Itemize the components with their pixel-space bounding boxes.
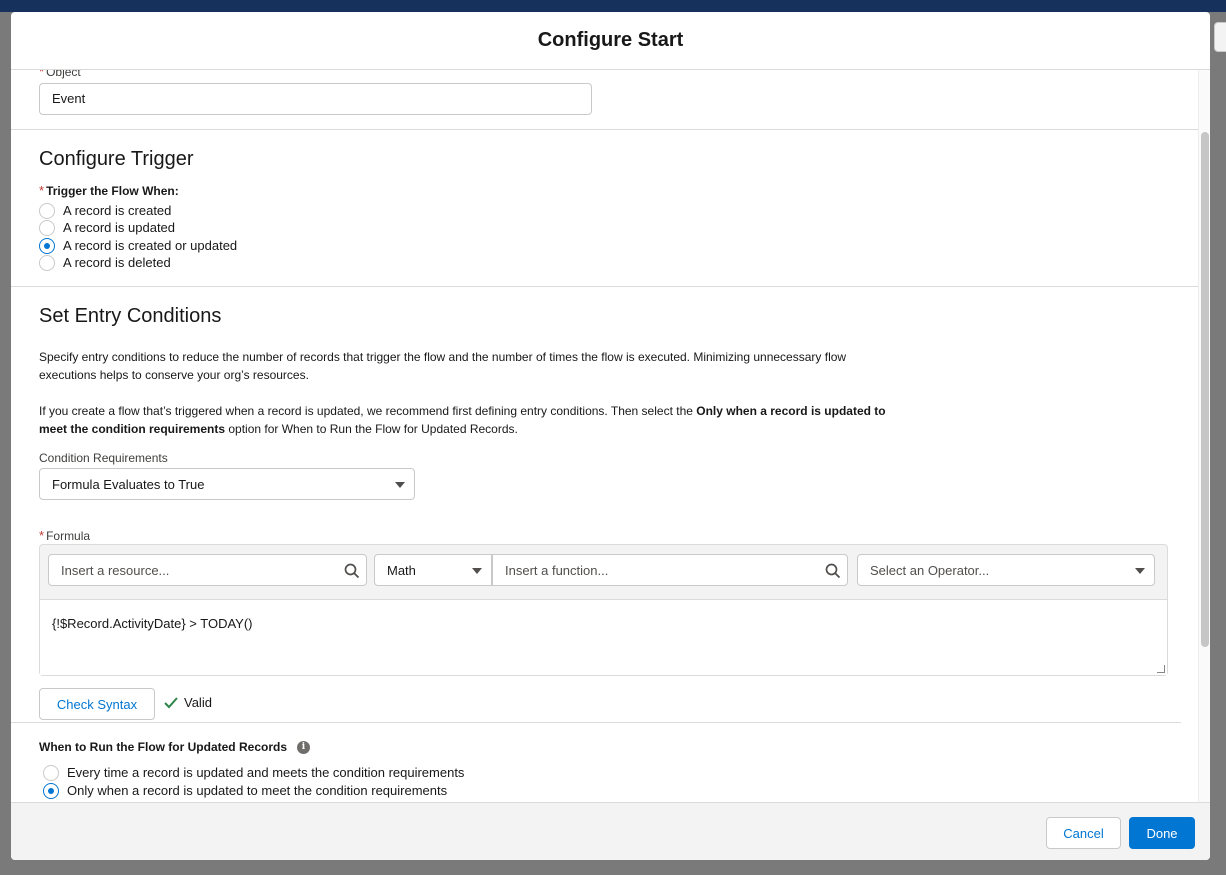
vertical-scrollbar[interactable] — [1198, 70, 1210, 802]
radio-label: Every time a record is updated and meets… — [67, 765, 465, 780]
trigger-option-created[interactable]: A record is created — [39, 202, 171, 219]
chevron-down-icon — [472, 568, 482, 574]
resource-search-input[interactable]: Insert a resource... — [48, 554, 367, 586]
section-divider — [11, 286, 1198, 287]
object-label: * Object — [39, 70, 81, 79]
radio-button[interactable] — [39, 254, 55, 271]
trigger-option-created-or-updated[interactable]: A record is created or updated — [39, 237, 237, 254]
recommendation-text: If you create a flow that’s triggered wh… — [39, 404, 697, 418]
run-when-updated-label-text: When to Run the Flow for Updated Records — [39, 740, 287, 754]
formula-editor[interactable]: {!$Record.ActivityDate} > TODAY() — [40, 599, 1167, 675]
condition-requirements-value: Formula Evaluates to True — [52, 476, 205, 492]
run-option-only-when-updated[interactable]: Only when a record is updated to meet th… — [43, 782, 447, 799]
modal-body[interactable]: * Object Event Configure Trigger * Trigger… — [11, 70, 1198, 802]
cancel-button[interactable]: Cancel — [1046, 817, 1121, 849]
required-marker: * — [39, 183, 45, 198]
resize-handle-icon[interactable] — [1157, 665, 1165, 673]
modal-title: Configure Start — [537, 29, 684, 51]
formula-builder: Insert a resource... Math Insert a funct… — [39, 544, 1168, 676]
done-button[interactable]: Done — [1129, 817, 1195, 849]
formula-label: * Formula — [39, 528, 90, 543]
configure-start-modal: Configure Start * Object Event Configure … — [11, 12, 1210, 860]
object-input[interactable]: Event — [39, 83, 592, 115]
trigger-when-label-text: Trigger the Flow When: — [46, 184, 179, 198]
formula-label-text: Formula — [46, 529, 91, 543]
background-button — [1214, 22, 1226, 52]
function-search-input[interactable]: Insert a function... — [492, 554, 848, 586]
radio-button[interactable] — [39, 219, 55, 236]
radio-label: A record is created or updated — [63, 238, 238, 253]
app-header-bar — [0, 0, 1226, 12]
modal-header: Configure Start — [11, 12, 1210, 70]
radio-button-selected[interactable] — [43, 782, 59, 799]
search-icon — [825, 563, 841, 579]
entry-conditions-description: Specify entry conditions to reduce the n… — [39, 350, 847, 382]
function-category-select[interactable]: Math — [374, 554, 492, 586]
function-search-placeholder: Insert a function... — [505, 562, 609, 578]
checkmark-icon — [164, 696, 178, 708]
radio-label: Only when a record is updated to meet th… — [67, 783, 448, 798]
resource-search-placeholder: Insert a resource... — [61, 562, 170, 578]
radio-button[interactable] — [39, 202, 55, 219]
section-divider — [11, 722, 1181, 723]
syntax-status-text: Valid — [184, 695, 212, 710]
trigger-option-updated[interactable]: A record is updated — [39, 219, 175, 236]
trigger-option-deleted[interactable]: A record is deleted — [39, 254, 171, 271]
chevron-down-icon — [395, 482, 405, 488]
operator-placeholder: Select an Operator... — [870, 562, 990, 578]
configure-trigger-title: Configure Trigger — [39, 148, 194, 170]
trigger-when-label: * Trigger the Flow When: — [39, 183, 179, 198]
condition-requirements-label: Condition Requirements — [39, 451, 168, 465]
run-option-every-time[interactable]: Every time a record is updated and meets… — [43, 764, 464, 781]
required-marker: * — [39, 528, 45, 543]
formula-expression: {!$Record.ActivityDate} > TODAY() — [52, 616, 253, 631]
syntax-status: Valid — [163, 695, 212, 710]
chevron-down-icon — [1135, 568, 1145, 574]
radio-button[interactable] — [43, 764, 59, 781]
radio-label: A record is updated — [63, 220, 176, 235]
modal-footer: Cancel Done — [11, 802, 1210, 860]
object-label-text: Object — [46, 70, 81, 79]
required-marker: * — [39, 70, 45, 79]
radio-label: A record is created — [63, 203, 172, 218]
check-syntax-button[interactable]: Check Syntax — [39, 688, 155, 720]
entry-conditions-recommendation: If you create a flow that’s triggered wh… — [39, 402, 889, 438]
function-category-value: Math — [387, 562, 416, 578]
operator-select[interactable]: Select an Operator... — [857, 554, 1155, 586]
radio-button-selected[interactable] — [39, 237, 55, 254]
radio-label: A record is deleted — [63, 255, 171, 270]
run-when-updated-label: When to Run the Flow for Updated Records… — [39, 740, 310, 754]
scrollbar-thumb[interactable] — [1201, 132, 1209, 647]
entry-conditions-title: Set Entry Conditions — [39, 305, 222, 327]
condition-requirements-select[interactable]: Formula Evaluates to True — [39, 468, 415, 500]
section-divider — [11, 129, 1198, 130]
search-icon — [344, 563, 360, 579]
info-icon[interactable]: i — [297, 740, 310, 754]
recommendation-text-end: option for When to Run the Flow for Upda… — [225, 422, 518, 436]
